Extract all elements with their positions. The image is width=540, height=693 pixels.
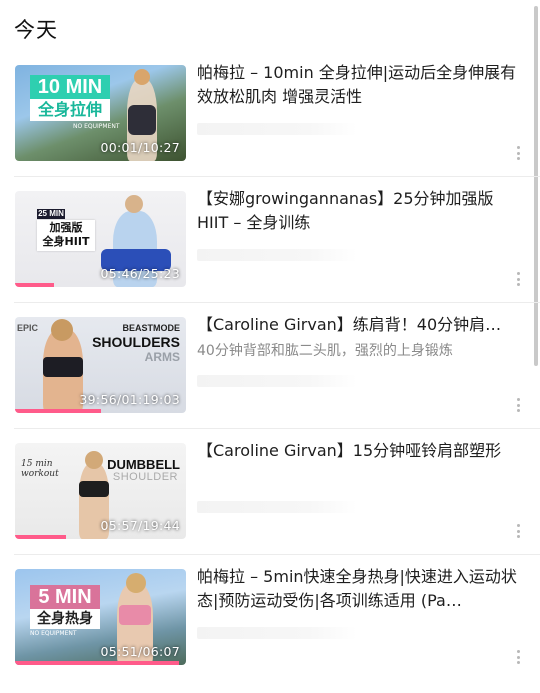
thumbnail-badge: 5 MIN bbox=[30, 585, 100, 609]
thumbnail-line-2: SHOULDERS bbox=[92, 334, 180, 350]
video-title[interactable]: 【安娜growingannanas】25分钟加强版HIIT – 全身训练 bbox=[197, 187, 519, 235]
thumbnail-subcaption: NO EQUIPMENT bbox=[73, 123, 120, 130]
thumbnail-subcaption: NO EQUIPMENT bbox=[30, 630, 77, 637]
list-item[interactable]: 25 MIN 加强版 全身HIIT 05:46/25:23 【安娜growing… bbox=[0, 189, 540, 315]
watch-progress-bar bbox=[15, 535, 67, 539]
uploader-placeholder bbox=[197, 123, 357, 135]
list-item[interactable]: 10 MIN 全身拉伸 NO EQUIPMENT 00:01/10:27 帕梅拉… bbox=[0, 63, 540, 189]
video-duration: 05:57/19:44 bbox=[100, 518, 180, 533]
video-duration: 05:51/06:07 bbox=[100, 644, 180, 659]
more-options-icon[interactable] bbox=[516, 524, 520, 538]
divider bbox=[14, 428, 540, 429]
video-title[interactable]: 帕梅拉 – 5min快速全身热身|快速进入运动状态|预防运动受伤|各项训练适用 … bbox=[197, 565, 519, 613]
divider bbox=[14, 302, 540, 303]
more-options-icon[interactable] bbox=[516, 146, 520, 160]
video-thumbnail[interactable]: 15 min workout DUMBBELL SHOULDER 05:57/1… bbox=[15, 443, 186, 539]
video-duration: 39:56/01:19:03 bbox=[79, 392, 180, 407]
thumbnail-caption: 全身热身 bbox=[30, 609, 100, 629]
uploader-placeholder bbox=[197, 627, 357, 639]
section-title-today: 今天 bbox=[14, 18, 58, 42]
video-duration: 05:46/25:23 bbox=[100, 266, 180, 281]
video-duration: 00:01/10:27 bbox=[100, 140, 180, 155]
thumbnail-caption: 加强版 全身HIIT bbox=[37, 220, 95, 251]
video-title[interactable]: 【Caroline Girvan】练肩背！40分钟肩… bbox=[197, 313, 519, 337]
video-description: 40分钟背部和肱二头肌，强烈的上身锻炼 bbox=[197, 343, 453, 359]
watch-progress-bar bbox=[15, 661, 180, 665]
list-item[interactable]: 15 min workout DUMBBELL SHOULDER 05:57/1… bbox=[0, 441, 540, 567]
thumbnail-badge: 10 MIN bbox=[30, 75, 110, 99]
more-options-icon[interactable] bbox=[516, 272, 520, 286]
list-item[interactable]: 5 MIN 全身热身 NO EQUIPMENT 05:51/06:07 帕梅拉 … bbox=[0, 567, 540, 693]
list-item[interactable]: EPIC BEASTMODE SHOULDERS ARMS 39:56/01:1… bbox=[0, 315, 540, 441]
channel-logo: EPIC bbox=[17, 323, 39, 333]
video-thumbnail[interactable]: 10 MIN 全身拉伸 NO EQUIPMENT 00:01/10:27 bbox=[15, 65, 186, 161]
watch-progress-bar bbox=[15, 409, 101, 413]
thumbnail-badge: 25 MIN bbox=[37, 209, 65, 219]
divider bbox=[14, 176, 540, 177]
thumbnail-line-3: ARMS bbox=[144, 350, 180, 364]
video-title[interactable]: 【Caroline Girvan】15分钟哑铃肩部塑形 bbox=[197, 439, 519, 487]
more-options-icon[interactable] bbox=[516, 398, 520, 412]
uploader-placeholder bbox=[197, 375, 357, 387]
video-thumbnail[interactable]: 25 MIN 加强版 全身HIIT 05:46/25:23 bbox=[15, 191, 186, 287]
uploader-placeholder bbox=[197, 501, 357, 513]
video-thumbnail[interactable]: 5 MIN 全身热身 NO EQUIPMENT 05:51/06:07 bbox=[15, 569, 186, 665]
thumbnail-line-2: SHOULDER bbox=[112, 471, 178, 483]
video-title[interactable]: 帕梅拉 – 10min 全身拉伸|运动后全身伸展有效放松肌肉 增强灵活性 bbox=[197, 61, 519, 109]
divider bbox=[14, 554, 540, 555]
more-options-icon[interactable] bbox=[516, 650, 520, 664]
thumbnail-caption: 全身拉伸 bbox=[30, 99, 110, 121]
uploader-placeholder bbox=[197, 249, 357, 261]
video-thumbnail[interactable]: EPIC BEASTMODE SHOULDERS ARMS 39:56/01:1… bbox=[15, 317, 186, 413]
thumbnail-script: 15 min workout bbox=[21, 459, 59, 479]
watch-progress-bar bbox=[15, 283, 55, 287]
thumbnail-line-1: DUMBBELL bbox=[107, 457, 180, 472]
thumbnail-line-1: BEASTMODE bbox=[122, 323, 180, 333]
